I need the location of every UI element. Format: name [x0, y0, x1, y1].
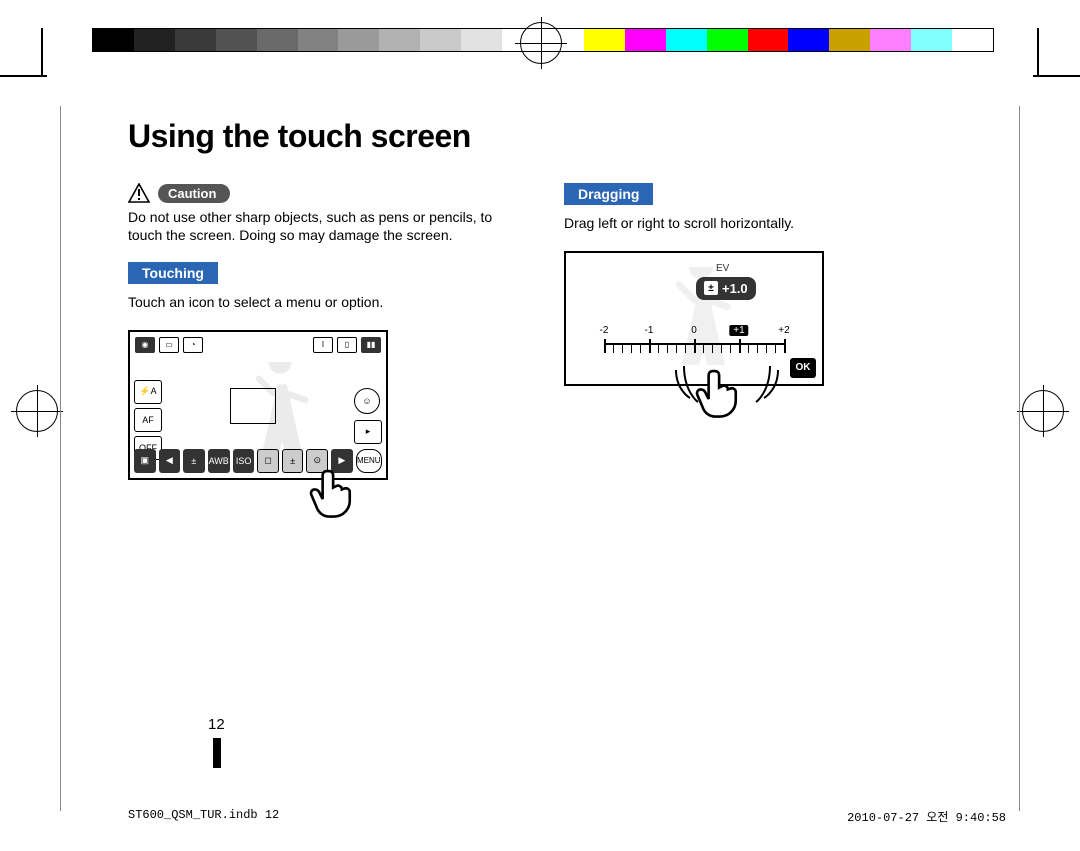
- ev-scale[interactable]: -2-10+1+2: [604, 329, 784, 359]
- signal-icon: I: [313, 337, 333, 353]
- scale-label: 0: [691, 325, 697, 336]
- crop-mark: [1037, 28, 1039, 75]
- bottom-comp[interactable]: ±: [282, 449, 304, 473]
- registration-mark: [520, 22, 562, 64]
- touching-heading: Touching: [128, 262, 218, 284]
- face-button[interactable]: ☺: [354, 388, 380, 414]
- bottom-awb[interactable]: AWB: [208, 449, 230, 473]
- footer-file: ST600_QSM_TUR.indb 12: [128, 808, 279, 825]
- page-number: 12: [208, 716, 225, 733]
- scale-label: +2: [778, 325, 789, 336]
- caution-label: Caution: [158, 184, 230, 203]
- warning-icon: [128, 183, 150, 203]
- dragging-heading: Dragging: [564, 183, 653, 205]
- bottom-meter[interactable]: ◻: [257, 449, 279, 473]
- caution-text: Do not use other sharp objects, such as …: [128, 209, 516, 244]
- print-footer: ST600_QSM_TUR.indb 12 2010-07-27 오전 9:40…: [128, 808, 1006, 825]
- ev-caption: EV: [716, 263, 729, 274]
- bottom-prev[interactable]: ◀: [159, 449, 181, 473]
- quality-icon: ◔: [183, 337, 203, 353]
- scale-label: -2: [600, 325, 609, 336]
- registration-mark: [1022, 390, 1064, 432]
- caution-heading: Caution: [128, 183, 516, 203]
- hand-drag-icon: [692, 364, 748, 420]
- left-column: Caution Do not use other sharp objects, …: [128, 183, 516, 480]
- focus-box: [230, 388, 276, 424]
- ev-value: +1.0: [722, 281, 748, 296]
- scale-label: -1: [645, 325, 654, 336]
- page-frame: [60, 106, 61, 811]
- ev-value-bubble: ± +1.0: [696, 277, 756, 300]
- af-button[interactable]: AF: [134, 408, 162, 432]
- flash-button[interactable]: ⚡A: [134, 380, 162, 404]
- touching-text: Touch an icon to select a menu or option…: [128, 294, 516, 312]
- expand-button[interactable]: ▸: [354, 420, 382, 444]
- registration-mark: [16, 390, 58, 432]
- battery-icon: ▮▮: [361, 337, 381, 353]
- crop-mark: [41, 28, 43, 75]
- footer-timestamp: 2010-07-27 오전 9:40:58: [847, 808, 1006, 825]
- size-icon: ▭: [159, 337, 179, 353]
- crop-mark: [1033, 75, 1080, 77]
- page-number-bar: [213, 738, 221, 768]
- gallery-button[interactable]: ▣: [134, 449, 156, 473]
- camera-mode-icon: ◉: [135, 337, 155, 353]
- right-column: Dragging Drag left or right to scroll ho…: [564, 183, 952, 480]
- page-content: Using the touch screen Caution Do not us…: [128, 118, 952, 480]
- bottom-ev[interactable]: ±: [183, 449, 205, 473]
- page-title: Using the touch screen: [128, 118, 952, 155]
- hand-tap-icon: [306, 464, 362, 520]
- dragging-text: Drag left or right to scroll horizontall…: [564, 215, 952, 233]
- page-frame: [1019, 106, 1020, 811]
- touching-figure: ◉ ▭ ◔ I ▯ ▮▮: [128, 330, 388, 480]
- ok-button[interactable]: OK: [790, 358, 816, 378]
- scale-label: +1: [729, 325, 748, 336]
- ev-icon: ±: [704, 281, 718, 295]
- bottom-iso[interactable]: ISO: [233, 449, 255, 473]
- crop-mark: [0, 75, 47, 77]
- card-icon: ▯: [337, 337, 357, 353]
